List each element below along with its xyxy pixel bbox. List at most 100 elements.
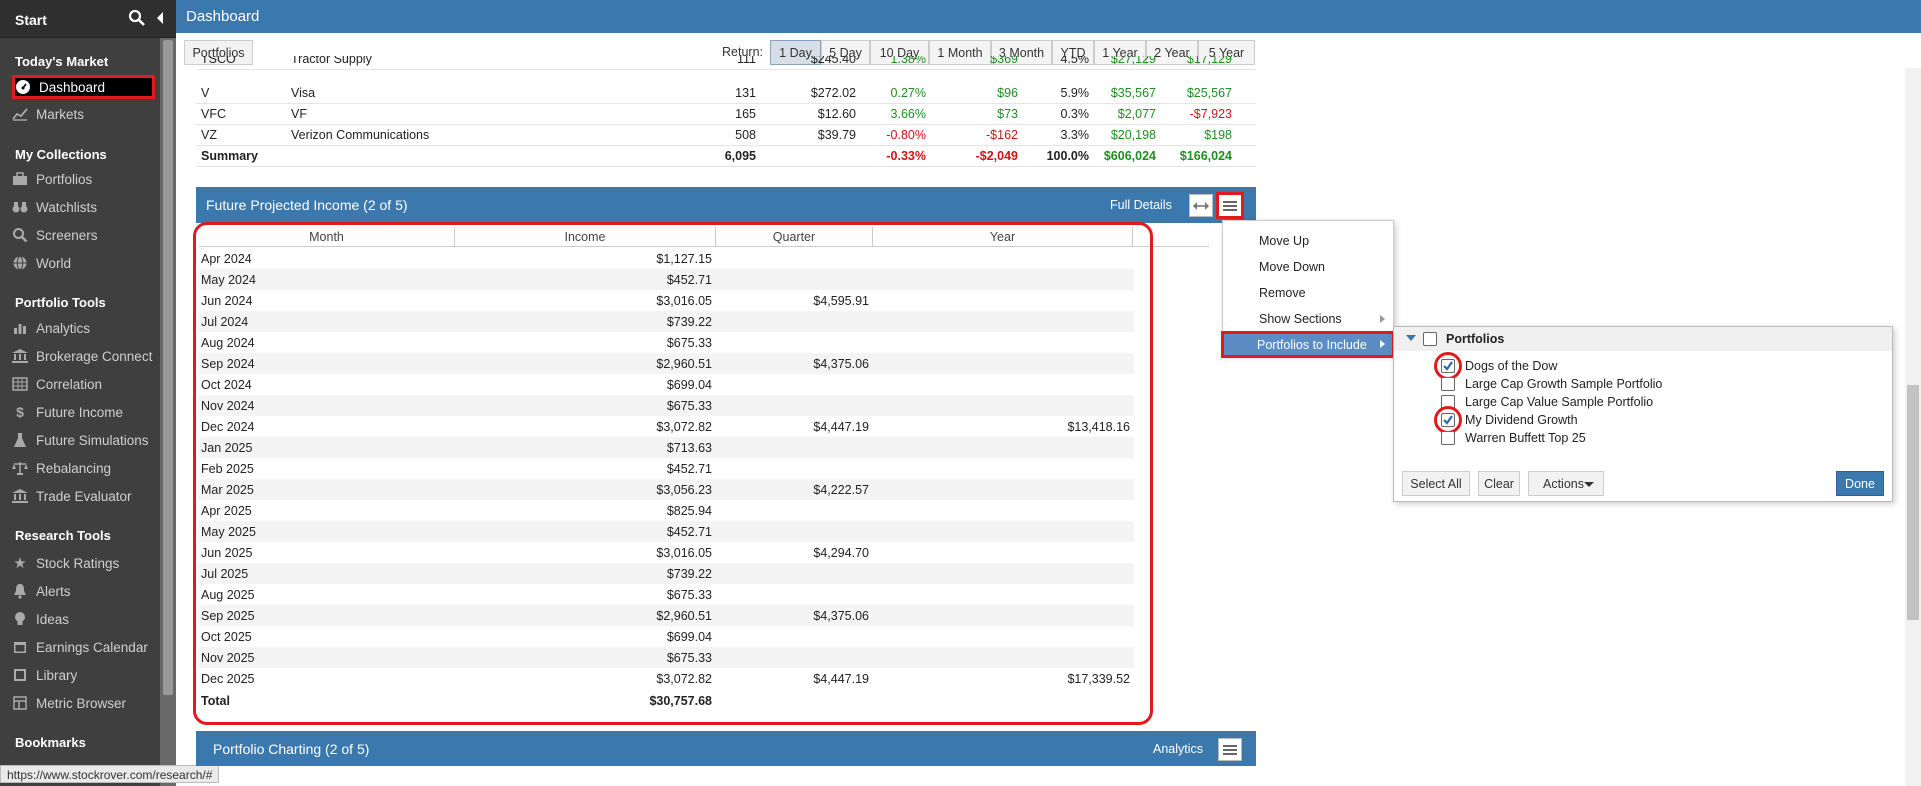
table-icon <box>12 695 28 711</box>
table-row[interactable]: TSCO Tractor Supply 111 $245.40 1.38% $369 4.5… <box>196 56 1256 70</box>
sidebar-item-alerts[interactable]: Alerts <box>12 579 156 603</box>
submenu-arrow-icon <box>1380 315 1385 323</box>
sidebar-item-analytics[interactable]: Analytics <box>12 316 156 340</box>
cell-ticker: VFC <box>201 107 226 121</box>
sidebar-item-future-simulations[interactable]: Future Simulations <box>12 428 156 452</box>
sidebar-item-dashboard[interactable]: Dashboard <box>12 75 155 99</box>
cell-shares: 165 <box>735 107 756 121</box>
table-row[interactable]: Oct 2025 $699.04 <box>199 626 1134 647</box>
portfolio-option[interactable]: Warren Buffett Top 25 <box>1394 429 1892 447</box>
sidebar-item-metric-browser[interactable]: Metric Browser <box>12 691 156 715</box>
column-income[interactable]: Income <box>455 227 716 247</box>
table-row[interactable]: Oct 2024 $699.04 <box>199 374 1134 395</box>
section-research-tools: Research Tools <box>15 528 111 543</box>
sidebar-item-ideas[interactable]: Ideas <box>12 607 156 631</box>
table-row[interactable]: Apr 2024 $1,127.15 <box>199 248 1134 269</box>
panel-menu-icon[interactable] <box>1218 738 1242 761</box>
sidebar-scrollbar-thumb[interactable] <box>163 40 173 695</box>
table-row[interactable]: Jul 2025 $739.22 <box>199 563 1134 584</box>
sidebar-item-markets[interactable]: Markets <box>12 102 156 126</box>
table-row[interactable]: Dec 2024 $3,072.82 $4,447.19 $13,418.16 <box>199 416 1134 437</box>
cell-quarter: $4,222.57 <box>813 483 869 497</box>
sidebar-item-label: Rebalancing <box>36 460 112 476</box>
bank-icon <box>12 348 28 364</box>
column-month[interactable]: Month <box>199 227 455 247</box>
table-row[interactable]: VZ Verizon Communications 508 $39.79 -0.80% -… <box>196 125 1256 146</box>
table-row[interactable]: Dec 2025 $3,072.82 $4,447.19 $17,339.52 <box>199 668 1134 689</box>
column-year[interactable]: Year <box>873 227 1133 247</box>
analytics-link[interactable]: Analytics <box>1153 742 1203 756</box>
sidebar-item-brokerage-connect[interactable]: Brokerage Connect <box>12 344 156 368</box>
table-row[interactable]: V Visa 131 $272.02 0.27% $96 5.9% $35,567 $25,56… <box>196 83 1256 104</box>
table-row[interactable]: Jul 2024 $739.22 <box>199 311 1134 332</box>
bell-icon <box>12 583 28 599</box>
cell-shares: 111 <box>736 56 756 66</box>
sidebar-item-earnings-calendar[interactable]: Earnings Calendar <box>12 635 156 659</box>
portfolio-option[interactable]: My Dividend Growth <box>1394 406 1892 434</box>
cell-month: Aug 2024 <box>201 336 255 350</box>
panel-title: Future Projected Income (2 of 5) <box>206 197 408 213</box>
expand-arrow-icon[interactable] <box>1406 335 1416 341</box>
table-row[interactable]: Nov 2025 $675.33 <box>199 647 1134 668</box>
collapse-sidebar-icon[interactable] <box>155 11 165 25</box>
page-title: Dashboard <box>186 8 260 25</box>
done-button[interactable]: Done <box>1836 471 1884 496</box>
binoculars-icon <box>12 199 28 215</box>
table-row[interactable]: Aug 2025 $675.33 <box>199 584 1134 605</box>
portfolio-option[interactable]: Large Cap Value Sample Portfolio <box>1394 393 1892 411</box>
briefcase-icon <box>12 171 28 187</box>
portfolio-option[interactable]: Large Cap Growth Sample Portfolio <box>1394 375 1892 393</box>
table-row[interactable]: Jun 2024 $3,016.05 $4,595.91 <box>199 290 1134 311</box>
full-details-link[interactable]: Full Details <box>1110 198 1172 212</box>
actions-dropdown[interactable]: Actions <box>1528 471 1604 496</box>
panel-menu-icon[interactable] <box>1216 192 1244 219</box>
menu-item-portfolios-to-include[interactable]: Portfolios to Include <box>1221 331 1395 358</box>
menu-item-remove[interactable]: Remove <box>1223 281 1395 305</box>
sidebar-item-screeners[interactable]: Screeners <box>12 223 156 247</box>
portfolio-checkbox[interactable] <box>1441 431 1455 445</box>
portfolio-option[interactable]: Dogs of the Dow <box>1394 352 1892 380</box>
cell-income: $3,072.82 <box>656 672 712 686</box>
sidebar-item-stock-ratings[interactable]: ★ Stock Ratings <box>12 551 156 575</box>
table-row[interactable]: Nov 2024 $675.33 <box>199 395 1134 416</box>
table-row[interactable]: Mar 2025 $3,056.23 $4,222.57 <box>199 479 1134 500</box>
sidebar-item-label: Analytics <box>36 320 91 336</box>
menu-item-show-sections[interactable]: Show Sections <box>1223 307 1395 331</box>
table-row[interactable]: Jan 2025 $713.63 <box>199 437 1134 458</box>
table-row[interactable]: Apr 2025 $825.94 <box>199 500 1134 521</box>
sidebar-item-correlation[interactable]: Correlation <box>12 372 156 396</box>
cell-quarter: $4,447.19 <box>813 672 869 686</box>
table-row[interactable]: Sep 2024 $2,960.51 $4,375.06 <box>199 353 1134 374</box>
search-icon[interactable] <box>128 9 146 27</box>
sidebar-item-future-income[interactable]: $ Future Income <box>12 400 156 424</box>
menu-item-move-down[interactable]: Move Down <box>1223 255 1395 279</box>
cell-month: May 2025 <box>201 525 256 539</box>
sidebar-item-trade-evaluator[interactable]: Trade Evaluator <box>12 484 156 508</box>
table-row[interactable]: VFC VF 165 $12.60 3.66% $73 0.3% $2,077 -$7,923 <box>196 104 1256 125</box>
main-scrollbar-thumb[interactable] <box>1907 385 1919 620</box>
sidebar-item-watchlists[interactable]: Watchlists <box>12 195 156 219</box>
portfolio-checkbox[interactable] <box>1441 377 1455 391</box>
portfolios-all-checkbox[interactable] <box>1423 332 1437 346</box>
portfolio-option-label: Large Cap Value Sample Portfolio <box>1465 395 1654 409</box>
sidebar-item-portfolios[interactable]: Portfolios <box>12 167 156 191</box>
summary-row[interactable]: Summary 6,095 -0.33% -$2,049 100.0% $606,024 $… <box>196 146 1256 167</box>
menu-item-move-up[interactable]: Move Up <box>1223 229 1395 253</box>
grid-icon <box>12 376 28 392</box>
table-row[interactable]: Jun 2025 $3,016.05 $4,294.70 <box>199 542 1134 563</box>
table-row[interactable]: May 2025 $452.71 <box>199 521 1134 542</box>
column-quarter[interactable]: Quarter <box>716 227 873 247</box>
cell-income: $675.33 <box>666 651 712 665</box>
expand-horizontal-icon[interactable] <box>1189 194 1213 217</box>
sidebar-item-library[interactable]: Library <box>12 663 156 687</box>
table-row[interactable]: May 2024 $452.71 <box>199 269 1134 290</box>
table-row[interactable]: Feb 2025 $452.71 <box>199 458 1134 479</box>
bar-chart-icon <box>12 320 28 336</box>
table-row[interactable]: Sep 2025 $2,960.51 $4,375.06 <box>199 605 1134 626</box>
total-row[interactable]: Total $30,757.68 <box>199 690 1134 711</box>
select-all-button[interactable]: Select All <box>1402 471 1470 496</box>
table-row[interactable]: Aug 2024 $675.33 <box>199 332 1134 353</box>
sidebar-item-world[interactable]: World <box>12 251 156 275</box>
clear-button[interactable]: Clear <box>1478 471 1520 496</box>
sidebar-item-rebalancing[interactable]: Rebalancing <box>12 456 156 480</box>
